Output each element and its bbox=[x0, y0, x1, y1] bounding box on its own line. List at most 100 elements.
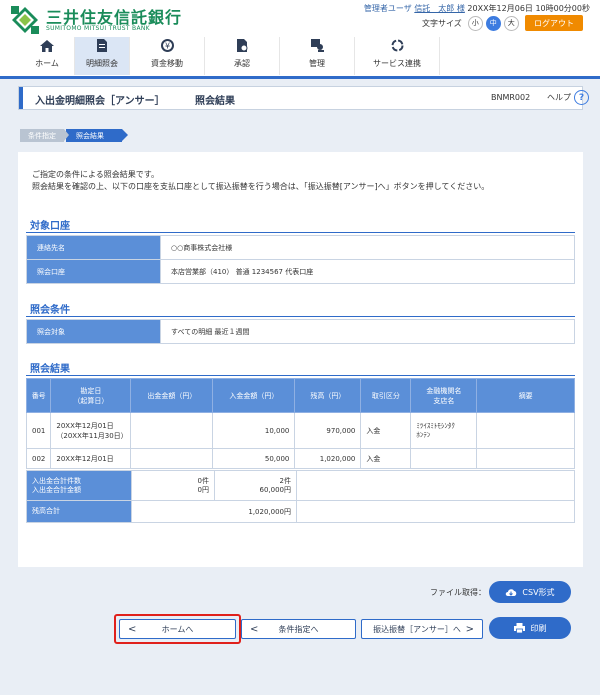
cell-bank-name: ﾐﾂｲｽﾐﾄﾓｼﾝﾀｸ bbox=[416, 421, 455, 430]
conditions-table: 照会対象 すべての明細 最近１週間 bbox=[26, 319, 575, 344]
home-icon bbox=[40, 40, 54, 52]
highlight-frame bbox=[114, 614, 241, 644]
totals-count-label: 入出金合計件数 入出金合計金額 bbox=[26, 470, 132, 501]
col-header-balance: 残高（円） bbox=[294, 378, 362, 413]
totals-withdraw-count: 0件 bbox=[197, 476, 209, 485]
user-info: 管理者ユーザ 信託 太郎 様 20XX年12月06日 10時00分00秒 bbox=[364, 3, 590, 14]
font-size-small-button[interactable]: 小 bbox=[467, 15, 483, 31]
results-table: 番号 勘定日 （起算日） 出金金額（円） 入金金額（円） 残高（円） 取引区分 金… bbox=[25, 378, 575, 469]
table-row: 照会口座 本店営業部（410） 普通 1234567 代表口座 bbox=[26, 259, 575, 284]
section-divider bbox=[26, 316, 575, 317]
file-download-label: ファイル取得： bbox=[430, 588, 486, 597]
user-name-link[interactable]: 信託 太郎 様 bbox=[414, 4, 465, 13]
transfer-answer-button[interactable]: 振込振替［アンサー］へ > bbox=[361, 619, 483, 639]
nav-statement[interactable]: 明細照会 bbox=[75, 37, 130, 75]
totals-count-label-1: 入出金合計件数 bbox=[32, 476, 81, 485]
help-icon[interactable]: ? bbox=[574, 90, 589, 105]
cell-date-start: （20XX年11月30日） bbox=[56, 431, 128, 440]
section-divider bbox=[26, 232, 575, 233]
cell-balance: 1,020,000 bbox=[294, 448, 362, 469]
money-transfer-icon: ¥ bbox=[160, 39, 174, 52]
col-header-deposit: 入金金額（円） bbox=[212, 378, 296, 413]
totals-balance-label: 残高合計 bbox=[26, 500, 132, 523]
page-title: 入出金明細照会［アンサー］ bbox=[35, 96, 165, 107]
cell-no: 002 bbox=[25, 448, 52, 469]
print-button[interactable]: 印刷 bbox=[489, 617, 571, 639]
nav-service-link-label: サービス連携 bbox=[373, 59, 421, 68]
cell-date: 20XX年12月01日 bbox=[50, 448, 132, 469]
screen-code: BNMR002 bbox=[491, 93, 531, 102]
col-header-no: 番号 bbox=[25, 378, 52, 413]
section-divider bbox=[26, 375, 575, 376]
account-key-contact: 連絡先名 bbox=[26, 235, 161, 260]
nav-service-link[interactable]: サービス連携 bbox=[355, 37, 440, 75]
cell-type: 入金 bbox=[360, 412, 412, 449]
cell-bank bbox=[410, 448, 478, 469]
totals-empty bbox=[296, 500, 575, 523]
totals-row: 入出金合計件数 入出金合計金額 0件 0円 2件 60,000円 bbox=[26, 470, 575, 501]
nav-approval-label: 承認 bbox=[234, 59, 250, 68]
table-row: 照会対象 すべての明細 最近１週間 bbox=[26, 319, 575, 344]
cell-type: 入金 bbox=[360, 448, 412, 469]
conditions-button-label: 条件指定へ bbox=[278, 624, 319, 634]
admin-icon bbox=[311, 39, 324, 52]
nav-home[interactable]: ホーム bbox=[20, 37, 75, 75]
nav-approval[interactable]: 承認 bbox=[205, 37, 280, 75]
font-size-switcher: 文字サイズ 小 中 大 bbox=[422, 15, 519, 31]
totals-withdraw-amount: 0円 bbox=[197, 485, 209, 494]
account-value-contact: ○○商事株式会社様 bbox=[160, 235, 575, 260]
cloud-download-icon bbox=[506, 588, 517, 596]
col-header-withdrawal: 出金金額（円） bbox=[130, 378, 214, 413]
totals-withdrawal: 0件 0円 bbox=[131, 470, 215, 501]
transfer-button-label: 振込振替［アンサー］へ bbox=[373, 624, 461, 634]
document-icon bbox=[97, 39, 107, 52]
nav-home-label: ホーム bbox=[35, 59, 59, 68]
totals-count-label-2: 入出金合計金額 bbox=[32, 485, 81, 494]
table-row: 連絡先名 ○○商事株式会社様 bbox=[26, 235, 575, 260]
print-button-label: 印刷 bbox=[530, 623, 547, 633]
font-size-label: 文字サイズ bbox=[422, 18, 462, 28]
font-size-medium-button[interactable]: 中 bbox=[485, 15, 501, 31]
nav-underline bbox=[0, 76, 600, 79]
account-value-account: 本店営業部（410） 普通 1234567 代表口座 bbox=[160, 259, 575, 284]
cell-memo bbox=[476, 412, 575, 449]
step-result: 照会結果 bbox=[66, 129, 128, 142]
nav-admin[interactable]: 管理 bbox=[280, 37, 355, 75]
cell-balance: 970,000 bbox=[294, 412, 362, 449]
main-nav: ホーム 明細照会 ¥ 資金移動 承認 管理 サービス連携 bbox=[20, 37, 440, 75]
description: ご指定の条件による照会結果です。 照会結果を確認の上、以下の口座を支払口座として… bbox=[32, 169, 489, 193]
nav-transfer[interactable]: ¥ 資金移動 bbox=[130, 37, 205, 75]
totals-deposit-count: 2件 bbox=[279, 476, 291, 485]
step-indicator: 条件指定 照会結果 bbox=[20, 129, 128, 142]
table-row: 002 20XX年12月01日 50,000 1,020,000 入金 bbox=[25, 448, 575, 469]
table-row: 001 20XX年12月01日 （20XX年11月30日） 10,000 970,… bbox=[25, 412, 575, 449]
conditions-button[interactable]: < 条件指定へ bbox=[241, 619, 356, 639]
font-size-large-button[interactable]: 大 bbox=[503, 15, 519, 31]
cell-bank: ﾐﾂｲｽﾐﾄﾓｼﾝﾀｸ ﾎﾝﾃﾝ bbox=[410, 412, 478, 449]
csv-download-button[interactable]: CSV形式 bbox=[489, 581, 571, 603]
account-section-title: 対象口座 bbox=[30, 221, 70, 232]
cell-no: 001 bbox=[25, 412, 52, 449]
approval-icon bbox=[237, 39, 248, 52]
main-panel: ご指定の条件による照会結果です。 照会結果を確認の上、以下の口座を支払口座として… bbox=[18, 152, 583, 567]
logout-button[interactable]: ログアウト bbox=[525, 15, 583, 31]
account-table: 連絡先名 ○○商事株式会社様 照会口座 本店営業部（410） 普通 123456… bbox=[26, 235, 575, 284]
totals-balance: 1,020,000円 bbox=[131, 500, 297, 523]
col-header-memo: 摘要 bbox=[476, 378, 575, 413]
cell-memo bbox=[476, 448, 575, 469]
conditions-section-title: 照会条件 bbox=[30, 305, 70, 316]
cell-date-main: 20XX年12月01日 bbox=[56, 421, 114, 430]
help-link[interactable]: ヘルプ bbox=[547, 92, 571, 103]
conditions-value-target: すべての明細 最近１週間 bbox=[160, 319, 575, 344]
col-header-date: 勘定日 （起算日） bbox=[50, 378, 132, 413]
cell-deposit: 10,000 bbox=[212, 412, 296, 449]
cell-date: 20XX年12月01日 （20XX年11月30日） bbox=[50, 412, 132, 449]
nav-statement-label: 明細照会 bbox=[86, 59, 118, 68]
description-line: ご指定の条件による照会結果です。 bbox=[32, 170, 159, 179]
totals-deposit: 2件 60,000円 bbox=[214, 470, 297, 501]
page-subtitle: 照会結果 bbox=[195, 96, 235, 107]
title-accent bbox=[19, 87, 23, 109]
col-header-bank: 金融機関名 支店名 bbox=[410, 378, 478, 413]
cell-withdrawal bbox=[130, 448, 214, 469]
conditions-key-target: 照会対象 bbox=[26, 319, 161, 344]
